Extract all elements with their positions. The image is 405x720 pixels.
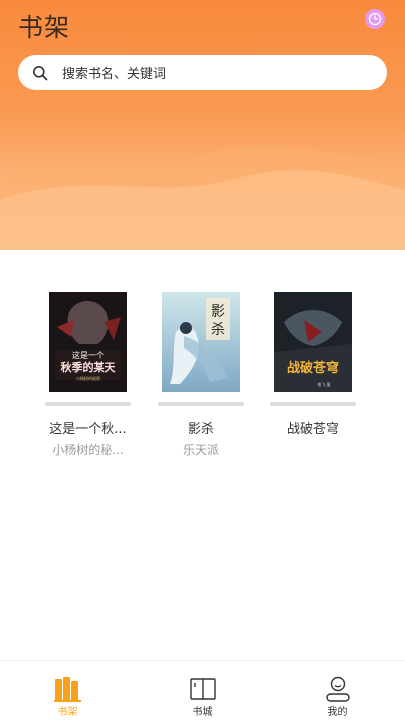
tab-label: 书架 bbox=[57, 707, 78, 718]
book-item[interactable]: 战破苍穹 夜飞 著 战破苍穹 bbox=[270, 290, 356, 441]
book-cover-wrap: 这是一个 秋季的某天 小杨树的秘密 bbox=[45, 290, 131, 408]
svg-text:影: 影 bbox=[211, 304, 225, 320]
tab-label: 我的 bbox=[327, 707, 348, 718]
search-icon bbox=[33, 65, 48, 80]
book-author: 乐天派 bbox=[182, 443, 219, 457]
history-button[interactable] bbox=[365, 9, 385, 29]
shelf-line bbox=[158, 402, 244, 406]
search-input[interactable]: 搜索书名、关键词 bbox=[18, 55, 387, 90]
shelf-line bbox=[270, 402, 356, 406]
book-cover-wrap: 战破苍穹 夜飞 著 bbox=[270, 290, 356, 408]
book-title: 战破苍穹 bbox=[286, 422, 339, 437]
page-title: 书架 bbox=[18, 13, 71, 42]
user-icon bbox=[326, 676, 350, 702]
book-author: 小杨树的秘... bbox=[52, 443, 124, 457]
book-cover: 这是一个 秋季的某天 小杨树的秘密 bbox=[49, 292, 127, 392]
wave-decoration bbox=[0, 146, 405, 250]
svg-text:杀: 杀 bbox=[211, 322, 225, 338]
book-cover: 战破苍穹 夜飞 著 bbox=[274, 292, 352, 392]
book-cover: 影 杀 bbox=[162, 292, 240, 392]
svg-text:小杨树的秘密: 小杨树的秘密 bbox=[76, 375, 100, 381]
bottom-tabbar: 书架 书城 我的 bbox=[0, 660, 405, 720]
book-item[interactable]: 这是一个 秋季的某天 小杨树的秘密 这是一个秋... 小杨树的秘... bbox=[45, 290, 131, 458]
tab-bookstore[interactable]: 书城 bbox=[135, 661, 270, 720]
tab-bookshelf[interactable]: 书架 bbox=[0, 661, 135, 720]
tab-label: 书城 bbox=[192, 707, 213, 718]
book-open-icon bbox=[190, 678, 216, 700]
bookshelf-grid: 这是一个 秋季的某天 小杨树的秘密 这是一个秋... 小杨树的秘... 影 杀 … bbox=[0, 290, 405, 460]
book-title: 这是一个秋... bbox=[49, 422, 127, 437]
svg-text:这是一个: 这是一个 bbox=[72, 350, 104, 360]
book-cover-wrap: 影 杀 bbox=[158, 290, 244, 408]
svg-text:战破苍穹: 战破苍穹 bbox=[287, 360, 339, 376]
bookshelf-icon bbox=[54, 677, 81, 702]
svg-text:夜飞 著: 夜飞 著 bbox=[317, 381, 330, 387]
book-item[interactable]: 影 杀 影杀 乐天派 bbox=[158, 290, 244, 458]
shelf-line bbox=[45, 402, 131, 406]
tab-profile[interactable]: 我的 bbox=[270, 661, 405, 720]
svg-text:秋季的某天: 秋季的某天 bbox=[61, 360, 117, 374]
book-title: 影杀 bbox=[187, 422, 214, 437]
search-placeholder: 搜索书名、关键词 bbox=[62, 67, 167, 82]
clock-icon bbox=[368, 12, 382, 26]
